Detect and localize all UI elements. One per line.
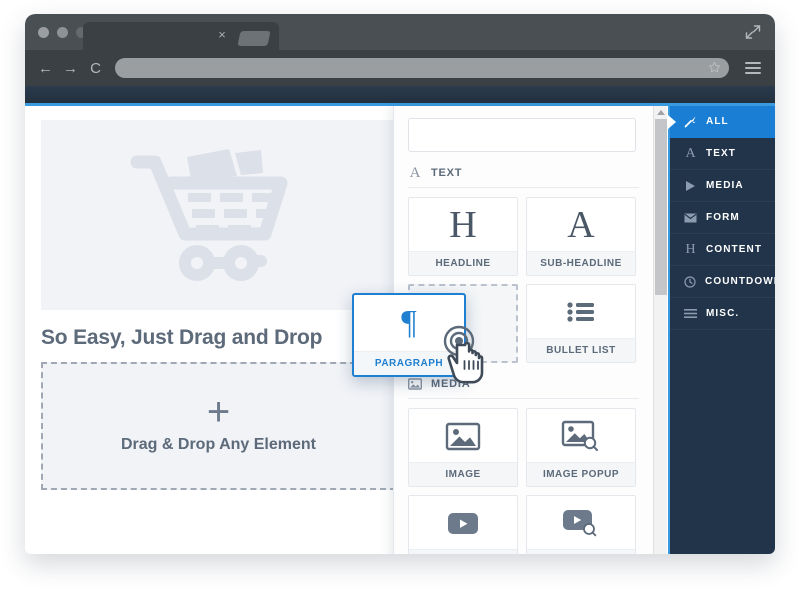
- sidebar-item-form[interactable]: FORM: [670, 202, 775, 234]
- video-popup-icon: [527, 496, 635, 549]
- sidebar-item-countdown[interactable]: COUNTDOWN: [670, 266, 775, 298]
- palette-item-video[interactable]: [408, 495, 518, 554]
- hero-image-block[interactable]: [41, 120, 396, 310]
- palette-item-label: IMAGE: [409, 462, 517, 486]
- palette-item-label: SUB-HEADLINE: [527, 251, 635, 275]
- clock-icon: [684, 275, 696, 288]
- envelope-icon: [684, 211, 697, 224]
- palette-scrollbar[interactable]: [653, 106, 667, 554]
- sidebar-item-label: MISC.: [706, 308, 740, 319]
- new-tab-button[interactable]: [237, 31, 271, 46]
- magic-wand-icon: [684, 115, 697, 128]
- sidebar-item-label: FORM: [706, 212, 740, 223]
- hamburger-lines-icon: [684, 307, 697, 320]
- palette-item-sub-headline[interactable]: A SUB-HEADLINE: [526, 197, 636, 276]
- palette-item-label: BULLET LIST: [527, 338, 635, 362]
- palette-item-label: IMAGE POPUP: [527, 462, 635, 486]
- image-icon: [409, 409, 517, 462]
- sidebar-item-label: ALL: [706, 116, 729, 127]
- heading-h-icon: H: [685, 242, 696, 257]
- back-button[interactable]: ←: [38, 61, 53, 76]
- browser-window: × ← → C So Easy, Just Drag and Drop + Dr…: [25, 14, 775, 554]
- sub-headline-a-icon: A: [567, 203, 595, 246]
- reload-button[interactable]: C: [88, 61, 103, 76]
- app-header-bar: [25, 86, 775, 103]
- sidebar-item-misc[interactable]: MISC.: [670, 298, 775, 330]
- browser-navbar: ← → C: [25, 50, 775, 86]
- sidebar-item-label: CONTENT: [706, 244, 763, 255]
- bookmark-star-icon[interactable]: [708, 61, 721, 74]
- palette-item-label: [527, 549, 635, 554]
- sidebar-item-media[interactable]: MEDIA: [670, 170, 775, 202]
- forward-button[interactable]: →: [63, 61, 78, 76]
- window-controls[interactable]: [38, 27, 87, 38]
- minimize-window-dot[interactable]: [57, 27, 68, 38]
- browser-titlebar: ×: [25, 14, 775, 50]
- close-window-dot[interactable]: [38, 27, 49, 38]
- bullet-list-icon: [527, 285, 635, 338]
- drop-zone-label: Drag & Drop Any Element: [121, 436, 316, 453]
- address-bar[interactable]: [115, 58, 729, 78]
- tab-close-icon[interactable]: ×: [215, 28, 229, 42]
- pointer-hand-icon: [443, 325, 484, 384]
- palette-section-header-text: A TEXT: [408, 166, 639, 188]
- palette-item-headline[interactable]: H HEADLINE: [408, 197, 518, 276]
- plus-icon: +: [206, 390, 231, 434]
- sidebar-item-text[interactable]: A TEXT: [670, 138, 775, 170]
- drop-zone[interactable]: + Drag & Drop Any Element: [41, 362, 396, 490]
- scrollbar-thumb[interactable]: [655, 119, 667, 295]
- play-triangle-icon: [684, 179, 697, 192]
- palette-item-label: HEADLINE: [409, 251, 517, 275]
- sidebar-item-content[interactable]: H CONTENT: [670, 234, 775, 266]
- text-a-icon: A: [685, 146, 696, 161]
- scroll-up-arrow-icon[interactable]: [657, 110, 665, 115]
- shopping-cart-icon: [130, 149, 287, 281]
- media-image-icon: [408, 377, 422, 391]
- sidebar-item-label: COUNTDOWN: [705, 276, 775, 287]
- palette-grid-media: IMAGE IMAGE POPUP: [408, 408, 639, 554]
- palette-section-label: TEXT: [431, 167, 463, 179]
- palette-item-image-popup[interactable]: IMAGE POPUP: [526, 408, 636, 487]
- element-search-input[interactable]: [408, 118, 636, 152]
- expand-window-icon[interactable]: [745, 24, 761, 40]
- palette-item-image[interactable]: IMAGE: [408, 408, 518, 487]
- palette-item-label: [409, 549, 517, 554]
- palette-item-bullet-list[interactable]: BULLET LIST: [526, 284, 636, 363]
- video-icon: [409, 496, 517, 549]
- category-sidebar: ALL A TEXT MEDIA FORM H CONTENT COUNTDOW…: [668, 106, 775, 554]
- sidebar-item-label: TEXT: [706, 148, 736, 159]
- browser-menu-icon[interactable]: [745, 62, 761, 74]
- headline-h-icon: H: [449, 203, 477, 246]
- palette-item-video-popup[interactable]: [526, 495, 636, 554]
- screenshot-root: × ← → C So Easy, Just Drag and Drop + Dr…: [0, 0, 800, 615]
- sidebar-item-all[interactable]: ALL: [668, 106, 775, 138]
- sidebar-item-label: MEDIA: [706, 180, 744, 191]
- text-a-icon: A: [409, 165, 421, 181]
- image-popup-icon: [527, 409, 635, 462]
